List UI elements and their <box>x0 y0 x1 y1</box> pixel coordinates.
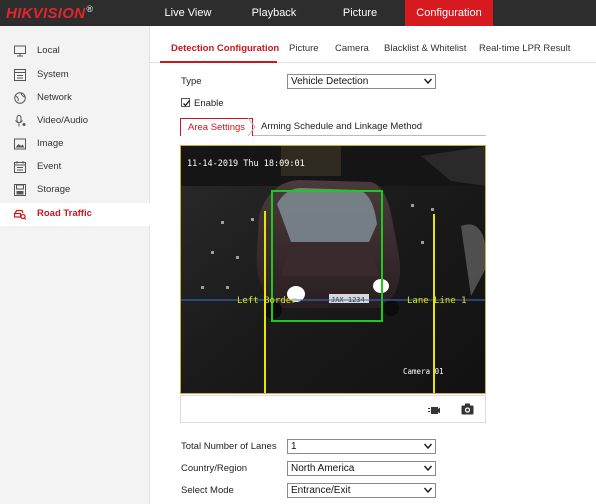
chevron-down-icon <box>423 78 433 85</box>
mode-label: Select Mode <box>181 485 234 496</box>
sidebar-item-local[interactable]: Local <box>0 40 150 63</box>
image-icon <box>14 138 26 150</box>
nav-configuration[interactable]: Configuration <box>405 0 493 26</box>
enable-checkbox[interactable] <box>181 98 191 107</box>
top-navigation-bar: HIKVISION® Live View Playback Picture Co… <box>0 0 596 26</box>
country-label: Country/Region <box>181 463 248 474</box>
sidebar-item-image[interactable]: Image <box>0 133 150 156</box>
active-tab-underline <box>160 61 277 63</box>
sidebar-item-network[interactable]: Network <box>0 87 150 110</box>
mode-select[interactable]: Entrance/Exit <box>287 483 436 498</box>
video-timestamp: 11-14-2019 Thu 18:09:01 <box>187 159 305 169</box>
country-select-value: North America <box>291 463 355 474</box>
tab-detection-configuration[interactable]: Detection Configuration <box>171 43 279 54</box>
type-label: Type <box>181 76 202 87</box>
checkmark-icon <box>183 100 191 107</box>
sidebar-item-label: Storage <box>37 184 71 195</box>
sidebar-item-label: Local <box>37 45 60 56</box>
tab-arming-schedule[interactable]: Arming Schedule and Linkage Method <box>261 118 422 136</box>
tab-picture[interactable]: Picture <box>289 43 319 54</box>
sidebar-item-storage[interactable]: Storage <box>0 179 150 202</box>
globe-icon <box>14 92 26 104</box>
lanes-select[interactable]: 1 <box>287 439 436 454</box>
live-video-preview[interactable]: JAX 1234 11-14-2019 Thu 18:09:01 Left Bo… <box>180 145 486 394</box>
video-scene: JAX 1234 11-14-2019 Thu 18:09:01 Left Bo… <box>181 146 485 393</box>
record-video-icon[interactable] <box>428 404 440 416</box>
nav-picture[interactable]: Picture <box>322 0 398 26</box>
sidebar-item-video-audio[interactable]: Video/Audio <box>0 110 150 133</box>
sidebar-item-label: Network <box>37 92 72 103</box>
snapshot-camera-icon[interactable] <box>461 403 474 415</box>
sidebar-item-road-traffic[interactable]: Road Traffic <box>0 203 150 226</box>
left-border-label: Left Border <box>237 296 297 306</box>
type-select[interactable]: Vehicle Detection <box>287 74 436 89</box>
sidebar-item-label: Image <box>37 138 64 149</box>
sidebar-item-label: Event <box>37 161 62 172</box>
hikvision-logo: HIKVISION® <box>6 4 93 22</box>
sidebar-item-event[interactable]: Event <box>0 156 150 179</box>
logo-registered-mark: ® <box>86 4 94 14</box>
mode-select-value: Entrance/Exit <box>291 485 351 496</box>
chevron-down-icon <box>423 487 433 494</box>
lanes-label: Total Number of Lanes <box>181 441 277 452</box>
lane-line-label: Lane Line 1 <box>407 296 467 306</box>
camera-label: Camera 01 <box>403 367 444 376</box>
video-controls-bar <box>180 395 486 423</box>
calendar-icon <box>14 161 26 173</box>
tab-blacklist-whitelist[interactable]: Blacklist & Whitelist <box>384 43 466 54</box>
sidebar-item-system[interactable]: System <box>0 64 150 87</box>
enable-label: Enable <box>194 98 224 109</box>
monitor-icon <box>14 45 26 57</box>
type-select-value: Vehicle Detection <box>291 76 369 87</box>
nav-playback[interactable]: Playback <box>236 0 312 26</box>
lanes-select-value: 1 <box>291 441 297 452</box>
tab-camera[interactable]: Camera <box>335 43 369 54</box>
chevron-down-icon <box>423 465 433 472</box>
logo-text: HIKVISION <box>6 5 86 22</box>
nav-live-view[interactable]: Live View <box>150 0 226 26</box>
tab-area-settings[interactable]: Area Settings <box>180 118 254 136</box>
car-search-icon <box>14 209 26 220</box>
country-select[interactable]: North America <box>287 461 436 476</box>
storage-icon <box>14 184 26 196</box>
tab-arrow-separator <box>248 118 256 136</box>
sidebar-item-label: System <box>37 69 69 80</box>
sidebar-item-label: Road Traffic <box>37 208 92 219</box>
sidebar: Local System Network Video/Audio Image E… <box>0 26 150 504</box>
system-icon <box>14 69 26 81</box>
mic-icon <box>15 115 26 127</box>
tab-realtime-lpr-result[interactable]: Real-time LPR Result <box>479 43 570 54</box>
chevron-down-icon <box>423 443 433 450</box>
sidebar-item-label: Video/Audio <box>37 115 89 126</box>
